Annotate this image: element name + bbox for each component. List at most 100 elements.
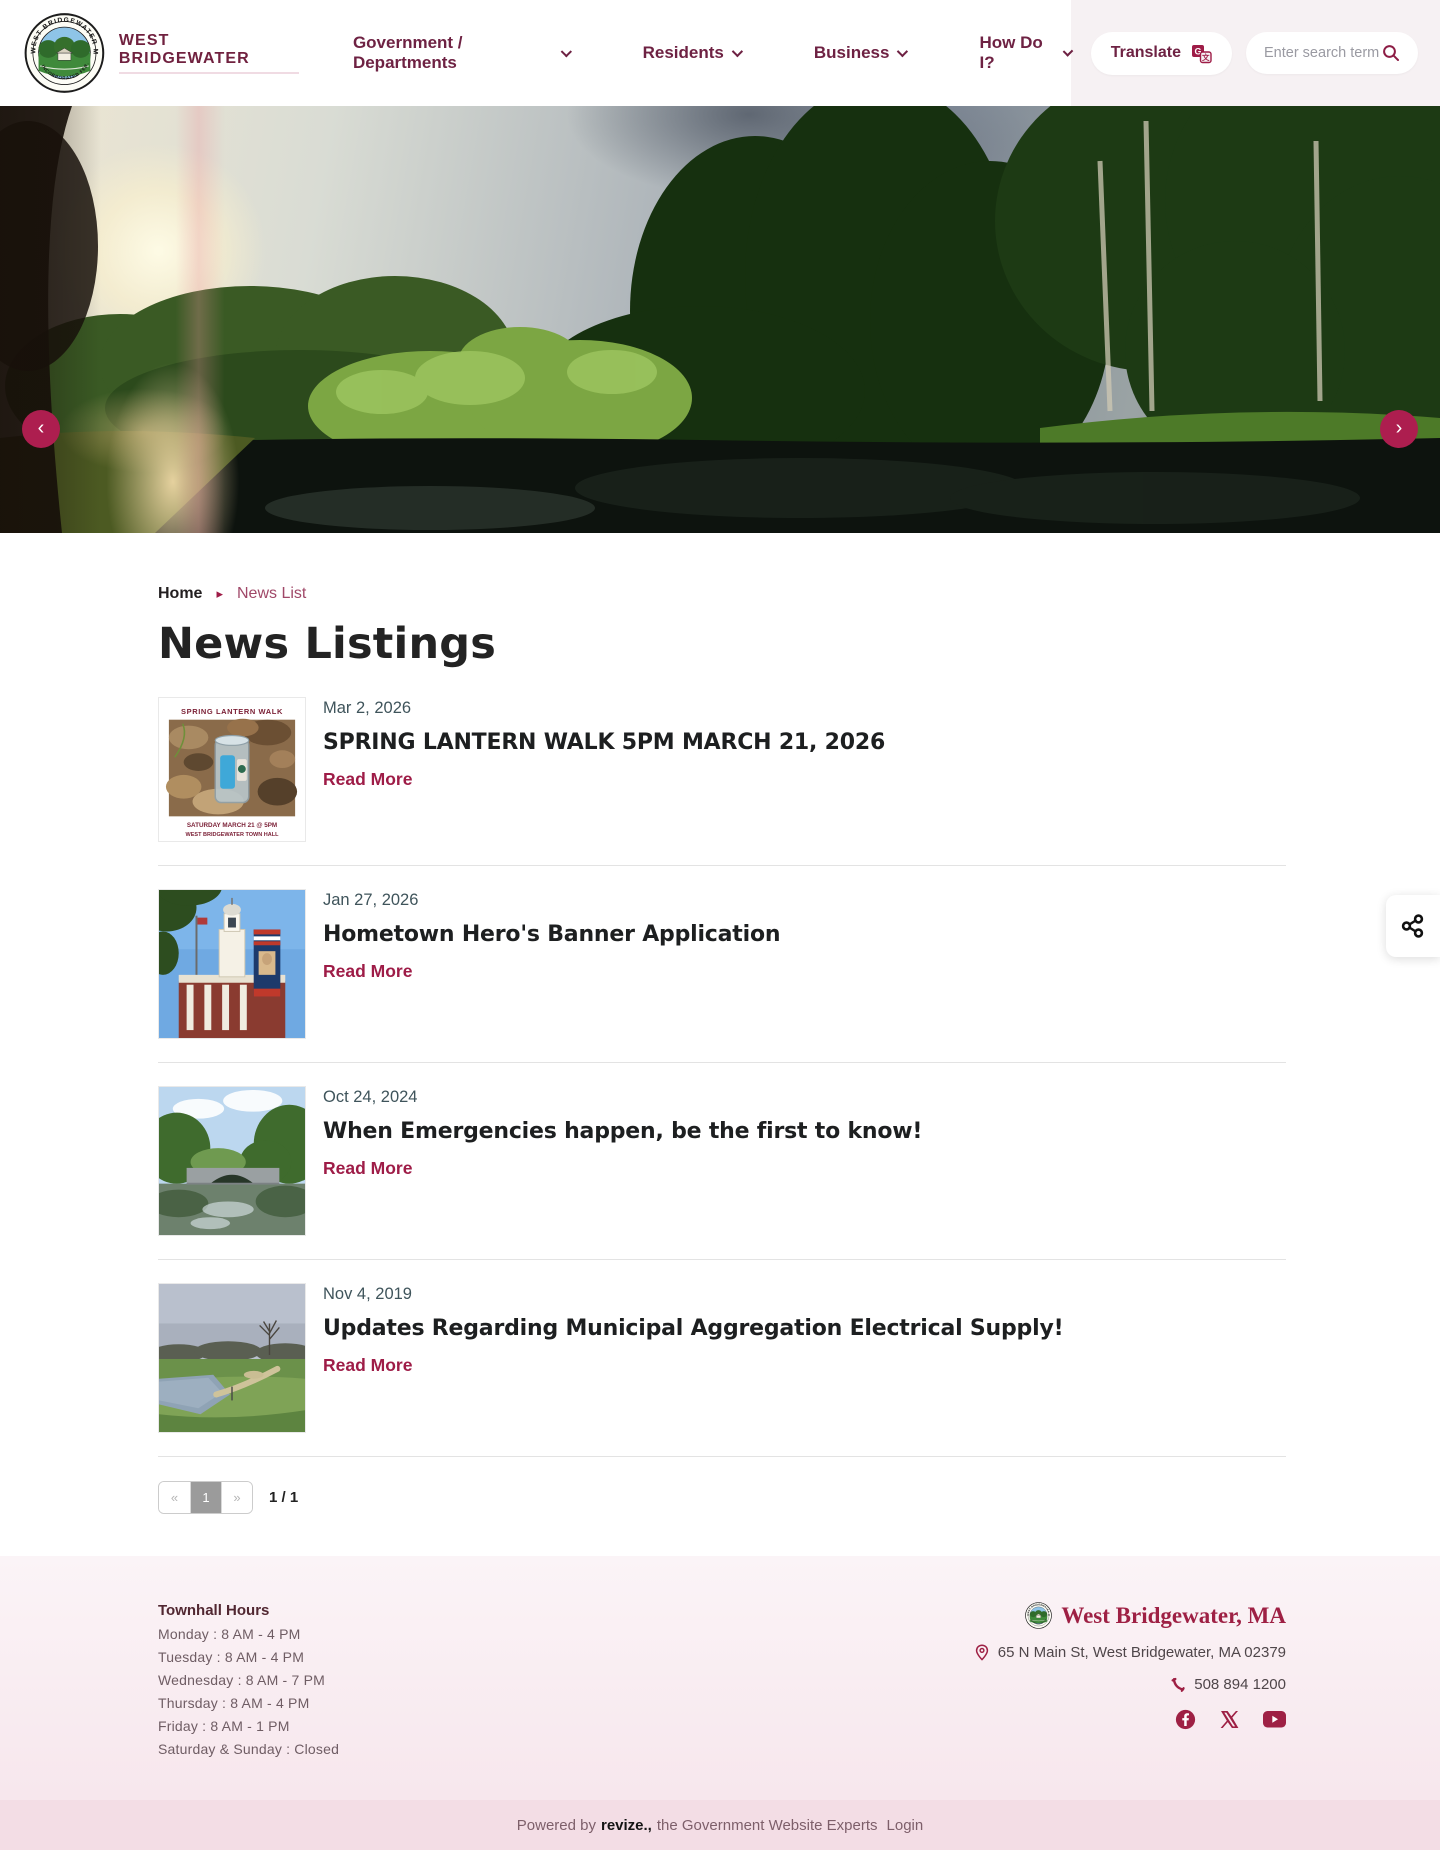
youtube-link[interactable] [1263, 1711, 1286, 1728]
nav-business[interactable]: Business [813, 43, 909, 63]
powered-prefix: Powered by [516, 1816, 596, 1834]
home-logo-link[interactable]: WEST BRIDGEWATER [24, 11, 299, 95]
news-item: Nov 4, 2019 Updates Regarding Municipal … [158, 1260, 1286, 1457]
town-hall-image [159, 890, 305, 1038]
news-title[interactable]: Hometown Hero's Banner Application [323, 922, 781, 947]
news-thumbnail-golf-course[interactable] [158, 1283, 306, 1433]
hours-friday: Friday : 8 AM - 1 PM [158, 1718, 290, 1734]
carousel-next-button[interactable]: › [1380, 410, 1418, 448]
login-link[interactable]: Login [887, 1817, 924, 1834]
chevron-down-icon [731, 45, 743, 58]
news-item: SPRING LANTERN WALK SATURDAY MARCH 21 @ … [158, 697, 1286, 866]
news-title[interactable]: When Emergencies happen, be the first to… [323, 1119, 922, 1144]
nav-residents[interactable]: Residents [642, 43, 743, 63]
social-links [974, 1709, 1286, 1730]
hours-thursday: Thursday : 8 AM - 4 PM [158, 1695, 310, 1711]
breadcrumb-current: News List [236, 585, 307, 602]
news-item-body: Jan 27, 2026 Hometown Hero's Banner Appl… [323, 889, 781, 1039]
main-content: Home ▸ News List News Listings SPRING LA… [0, 533, 1440, 1556]
hero-vignette [0, 106, 1440, 533]
breadcrumb-arrow-icon: ▸ [216, 586, 223, 601]
pond-bridge-image [159, 1087, 305, 1235]
news-title[interactable]: SPRING LANTERN WALK 5PM MARCH 21, 2026 [323, 730, 885, 755]
nav-government-departments[interactable]: Government / Departments [352, 33, 572, 73]
location-pin-icon [975, 1644, 988, 1661]
search-box [1246, 32, 1418, 74]
svg-text:SPRING LANTERN WALK: SPRING LANTERN WALK [181, 707, 283, 716]
news-item-body: Nov 4, 2019 Updates Regarding Municipal … [323, 1283, 1064, 1433]
news-thumbnail-town-hall[interactable] [158, 889, 306, 1039]
pagination-prev-button[interactable]: « [159, 1482, 190, 1513]
search-submit-button[interactable] [1382, 44, 1400, 62]
search-input[interactable] [1264, 45, 1382, 61]
news-date: Nov 4, 2019 [323, 1285, 412, 1303]
news-thumbnail-pond-bridge[interactable] [158, 1086, 306, 1236]
powered-suffix: the Government Website Experts [656, 1816, 878, 1834]
nav-label: Residents [642, 43, 724, 62]
news-item-body: Oct 24, 2024 When Emergencies happen, be… [323, 1086, 922, 1236]
google-translate-icon: G 文 [1192, 44, 1212, 63]
news-date: Jan 27, 2026 [323, 891, 419, 909]
site-header: WEST BRIDGEWATER Government / Department… [0, 0, 1440, 106]
hours-title: Townhall Hours [158, 1602, 270, 1619]
pagination: « 1 » 1 / 1 [158, 1481, 1286, 1514]
chevron-down-icon [560, 46, 572, 58]
footer-contact-block: West Bridgewater, MA 65 N Main St, West … [974, 1602, 1286, 1757]
town-seal-icon [1025, 1602, 1052, 1629]
pagination-next-button[interactable]: » [221, 1482, 252, 1513]
svg-text:WEST BRIDGEWATER TOWN HALL: WEST BRIDGEWATER TOWN HALL [186, 832, 280, 838]
powered-by-bar: Powered by revize., the Government Websi… [0, 1800, 1440, 1850]
nav-label: How Do I? [979, 33, 1043, 72]
read-more-link[interactable]: Read More [323, 1355, 412, 1376]
share-button[interactable] [1386, 895, 1440, 957]
youtube-icon [1263, 1711, 1286, 1728]
footer-address: 65 N Main St, West Bridgewater, MA 02379 [997, 1644, 1286, 1661]
golf-course-image [159, 1284, 305, 1432]
page-title: News Listings [158, 619, 497, 669]
news-item: Oct 24, 2024 When Emergencies happen, be… [158, 1063, 1286, 1260]
main-nav: Government / Departments Residents Busin… [352, 33, 1074, 73]
hours-monday: Monday : 8 AM - 4 PM [158, 1626, 301, 1642]
read-more-link[interactable]: Read More [323, 1158, 412, 1179]
hours-tuesday: Tuesday : 8 AM - 4 PM [158, 1649, 305, 1665]
translate-label: Translate [1110, 44, 1181, 61]
read-more-link[interactable]: Read More [323, 769, 412, 790]
hours-weekend: Saturday & Sunday : Closed [158, 1741, 340, 1757]
nav-label: Government / Departments [352, 33, 463, 72]
hero-carousel: ‹ › [0, 106, 1440, 533]
site-brand: WEST BRIDGEWATER [118, 32, 299, 74]
townhall-hours-block: Townhall Hours Monday : 8 AM - 4 PM Tues… [158, 1602, 339, 1757]
news-title[interactable]: Updates Regarding Municipal Aggregation … [323, 1316, 1064, 1341]
read-more-link[interactable]: Read More [323, 961, 412, 982]
pagination-page-1-button[interactable]: 1 [190, 1482, 221, 1513]
nav-label: Business [813, 43, 890, 62]
chevron-down-icon [897, 45, 909, 58]
share-icon [1401, 914, 1424, 938]
lantern-poster-image: SPRING LANTERN WALK SATURDAY MARCH 21 @ … [159, 698, 305, 841]
nav-how-do-i[interactable]: How Do I? [979, 33, 1074, 73]
x-twitter-link[interactable] [1220, 1710, 1239, 1729]
revize-link[interactable]: revize., [601, 1817, 652, 1834]
facebook-link[interactable] [1175, 1709, 1196, 1730]
news-date: Mar 2, 2026 [323, 699, 412, 717]
hours-wednesday: Wednesday : 8 AM - 7 PM [158, 1672, 325, 1688]
search-icon [1383, 45, 1399, 61]
carousel-prev-button[interactable]: ‹ [22, 410, 60, 448]
svg-text:SATURDAY MARCH 21 @ 5PM: SATURDAY MARCH 21 @ 5PM [187, 822, 277, 829]
news-list: SPRING LANTERN WALK SATURDAY MARCH 21 @ … [158, 697, 1286, 1457]
footer-org-name: West Bridgewater, MA [1061, 1602, 1286, 1628]
phone-icon [1171, 1677, 1185, 1692]
news-item: Jan 27, 2026 Hometown Hero's Banner Appl… [158, 866, 1286, 1063]
header-utility-area: Translate G 文 [1070, 0, 1440, 106]
news-date: Oct 24, 2024 [323, 1088, 418, 1106]
footer-phone: 508 894 1200 [1194, 1676, 1286, 1693]
news-item-body: Mar 2, 2026 SPRING LANTERN WALK 5PM MARC… [323, 697, 885, 842]
site-footer: Townhall Hours Monday : 8 AM - 4 PM Tues… [0, 1556, 1440, 1850]
pagination-group: « 1 » [158, 1481, 253, 1514]
translate-button[interactable]: Translate G 文 [1090, 31, 1232, 75]
svg-text:文: 文 [1202, 52, 1210, 62]
pagination-summary: 1 / 1 [269, 1489, 299, 1506]
news-thumbnail-lantern-poster[interactable]: SPRING LANTERN WALK SATURDAY MARCH 21 @ … [158, 697, 306, 842]
town-seal-icon [24, 11, 105, 95]
breadcrumb-home-link[interactable]: Home [158, 585, 202, 603]
